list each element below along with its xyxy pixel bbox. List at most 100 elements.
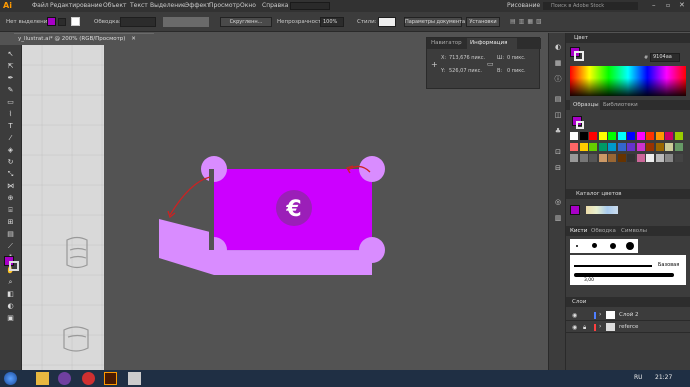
minimize-icon[interactable]: – xyxy=(652,1,660,10)
swatch-chip[interactable] xyxy=(589,154,597,162)
bridge-buttons[interactable] xyxy=(290,2,330,10)
info-icon[interactable]: ⓘ xyxy=(554,75,562,83)
fill-swatch[interactable] xyxy=(47,17,56,26)
swatch-chip[interactable] xyxy=(655,132,664,140)
swatch-chip[interactable] xyxy=(598,143,607,151)
symbols-icon[interactable]: ♣ xyxy=(554,127,562,135)
color-guide-harmony[interactable] xyxy=(586,206,618,214)
swatch-chip[interactable] xyxy=(617,143,626,151)
viber-icon[interactable] xyxy=(58,372,71,385)
swatch-chip[interactable] xyxy=(646,143,654,151)
menu-effect[interactable]: Эффект xyxy=(185,0,210,12)
align-icons[interactable]: ▤▥▦▧ xyxy=(510,18,570,26)
swatch-chip[interactable] xyxy=(608,132,616,140)
brush-definition-dropdown[interactable]: Скругленн... xyxy=(220,17,272,27)
color-mode-icon[interactable]: ◧ xyxy=(4,289,17,299)
layer-name[interactable]: referce xyxy=(619,324,638,330)
pen-tool-icon[interactable]: ✒ xyxy=(4,73,17,83)
swatch-chip[interactable] xyxy=(636,132,645,140)
tab-info[interactable]: Информация xyxy=(467,38,517,49)
swatch-chip[interactable] xyxy=(665,143,673,151)
paint-icon[interactable] xyxy=(128,372,141,385)
swatch-chip[interactable] xyxy=(589,143,597,151)
graphic-styles-icon[interactable]: ◫ xyxy=(554,111,562,119)
swatch-chip[interactable] xyxy=(617,154,626,162)
layer-name[interactable]: Слой 2 xyxy=(619,312,639,318)
screen-mode-icon[interactable]: ▣ xyxy=(4,313,17,323)
selection-tool-icon[interactable]: ↖ xyxy=(4,49,17,59)
shape-builder-tool-icon[interactable]: ⊕ xyxy=(4,193,17,203)
rotate-tool-icon[interactable]: ↻ xyxy=(4,157,17,167)
mesh-tool-icon[interactable]: ⊞ xyxy=(4,217,17,227)
menu-text[interactable]: Текст xyxy=(130,0,148,12)
expand-arrow-icon[interactable]: › xyxy=(599,311,601,318)
line-tool-icon[interactable]: ⁄ xyxy=(4,133,17,143)
swatch-chip[interactable] xyxy=(674,143,683,151)
menu-window[interactable]: Окно xyxy=(240,0,256,12)
menu-select[interactable]: Выделение xyxy=(150,0,186,12)
align-icon[interactable]: ⊟ xyxy=(554,164,562,172)
swatch-chip[interactable] xyxy=(655,143,664,151)
language-indicator[interactable]: RU xyxy=(634,374,643,381)
swatch-chip[interactable] xyxy=(570,154,578,162)
menu-file[interactable]: Файл xyxy=(32,0,49,12)
swatch-chip[interactable] xyxy=(636,154,645,162)
brush-dots[interactable] xyxy=(570,239,638,253)
close-tab-icon[interactable]: ✕ xyxy=(131,36,136,42)
graphic-style-picker[interactable] xyxy=(378,17,396,27)
layer-row[interactable]: ◉ 🔒︎ › referce xyxy=(566,322,690,333)
stroke-swatch[interactable] xyxy=(71,17,80,26)
document-tab[interactable]: y_llustrat.ai* @ 200% (RGB/Просмотр) ✕ xyxy=(14,33,154,44)
fill-dropdown[interactable] xyxy=(58,18,66,26)
direct-selection-tool-icon[interactable]: ⇱ xyxy=(4,61,17,71)
perspective-tool-icon[interactable]: ⌸ xyxy=(4,205,17,215)
menu-object[interactable]: Объект xyxy=(103,0,126,12)
swatch-chip[interactable] xyxy=(674,154,683,162)
visibility-eye-icon[interactable]: ◉ xyxy=(572,312,577,319)
swatch-chip[interactable] xyxy=(579,132,588,140)
swatch-chip[interactable] xyxy=(570,132,578,140)
swatch-chip[interactable] xyxy=(646,154,654,162)
width-tool-icon[interactable]: ⋈ xyxy=(4,181,17,191)
eyedropper-tool-icon[interactable]: ⟋ xyxy=(4,241,17,251)
zoom-tool-icon[interactable]: ⌕ xyxy=(4,277,17,287)
scale-tool-icon[interactable]: ⤡ xyxy=(4,169,17,179)
swatch-chip[interactable] xyxy=(627,132,635,140)
color-guide-icon[interactable]: ▦ xyxy=(554,59,562,67)
preferences-button[interactable]: Установки xyxy=(466,17,500,27)
workspace-switcher[interactable]: Рисование xyxy=(507,0,540,12)
swatch-stroke-indicator[interactable] xyxy=(576,121,584,129)
swatch-chip[interactable] xyxy=(598,154,607,162)
brush-list[interactable]: Базовая 3,00 xyxy=(570,255,686,285)
draw-mode-icon[interactable]: ◐ xyxy=(4,301,17,311)
color-panel-icon[interactable]: ◐ xyxy=(554,43,562,51)
swatch-chip[interactable] xyxy=(608,143,616,151)
document-settings-button[interactable]: Параметры документа xyxy=(404,17,465,27)
swatch-chip[interactable] xyxy=(636,143,645,151)
clock[interactable]: 21:27 xyxy=(655,374,672,381)
menu-edit[interactable]: Редактирование xyxy=(50,0,102,12)
start-button-icon[interactable] xyxy=(4,372,17,385)
tab-swatches[interactable]: Образцы xyxy=(570,100,600,110)
menu-view[interactable]: Просмотр xyxy=(209,0,240,12)
variable-width-profile[interactable] xyxy=(163,17,209,27)
close-icon[interactable]: ✕ xyxy=(679,1,687,10)
lock-icon[interactable]: 🔒︎ xyxy=(583,324,586,332)
swatch-chip[interactable] xyxy=(617,132,626,140)
swatch-chip[interactable] xyxy=(579,154,588,162)
type-tool-icon[interactable]: T xyxy=(4,121,17,131)
opera-icon[interactable] xyxy=(82,372,95,385)
eraser-tool-icon[interactable]: ◈ xyxy=(4,145,17,155)
tab-libraries[interactable]: Библиотеки xyxy=(603,100,638,110)
tab-stroke[interactable]: Обводка xyxy=(591,226,616,236)
swatch-chip[interactable] xyxy=(646,132,654,140)
swatch-chip[interactable] xyxy=(665,154,673,162)
appearance-icon[interactable]: ▤ xyxy=(554,95,562,103)
paintbrush-tool-icon[interactable]: ⌇ xyxy=(4,109,17,119)
canvas-area[interactable]: € xyxy=(22,45,540,370)
swatch-chip[interactable] xyxy=(608,154,616,162)
visibility-eye-icon[interactable]: ◉ xyxy=(572,324,577,331)
swatch-grid[interactable] xyxy=(570,132,685,172)
tab-navigator[interactable]: Навигатор xyxy=(431,39,462,48)
stroke-weight-input[interactable] xyxy=(120,17,156,27)
